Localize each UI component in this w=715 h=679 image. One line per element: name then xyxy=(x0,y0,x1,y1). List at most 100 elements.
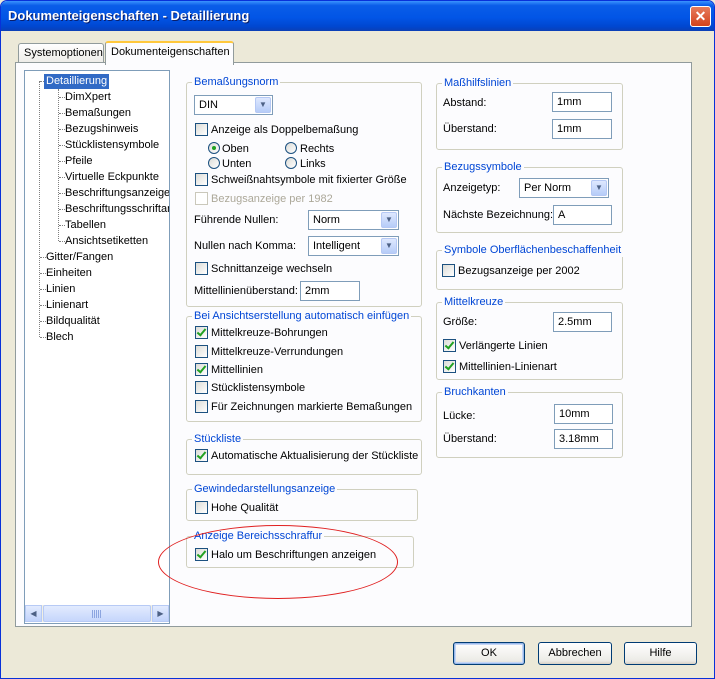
tree-item-dimxpert[interactable]: DimXpert xyxy=(63,90,113,105)
chevron-down-icon[interactable]: ▼ xyxy=(591,180,607,196)
dialog-window: Dokumenteigenschaften - Detaillierung ✕ … xyxy=(0,0,715,679)
radio-oben-label: Oben xyxy=(222,143,249,155)
schnittanzeige-label: Schnittanzeige wechseln xyxy=(211,263,333,275)
tree-item-gitter-fangen[interactable]: Gitter/Fangen xyxy=(44,250,115,265)
abstand-input[interactable]: 1mm xyxy=(552,92,612,112)
scroll-left-icon[interactable]: ◀ xyxy=(25,605,42,622)
bruch-ueberstand-label: Überstand: xyxy=(443,433,497,445)
tree-item-linienart[interactable]: Linienart xyxy=(44,298,90,313)
tree-item-beschriftungsschriftarten[interactable]: Beschriftungsschriftarten xyxy=(63,202,169,217)
mittelkreuze-verrundungen-label: Mittelkreuze-Verrundungen xyxy=(211,346,344,358)
abstand-label: Abstand: xyxy=(443,97,487,109)
radio-links-label: Links xyxy=(300,158,326,170)
tree-item-linien[interactable]: Linien xyxy=(44,282,77,297)
doppelbemassung-checkbox[interactable] xyxy=(195,123,208,136)
tree-item-einheiten[interactable]: Einheiten xyxy=(44,266,94,281)
chevron-down-icon[interactable]: ▼ xyxy=(255,97,271,113)
group-legend: Bemaßungsnorm xyxy=(192,76,281,89)
hohe-qualitaet-checkbox[interactable] xyxy=(195,501,208,514)
radio-rechts[interactable] xyxy=(285,142,297,154)
stueckliste-aktualisierung-label: Automatische Aktualisierung der Stücklis… xyxy=(211,450,419,462)
help-button[interactable]: Hilfe xyxy=(624,642,697,665)
tree-item-virtuelle-eckpunkte[interactable]: Virtuelle Eckpunkte xyxy=(63,170,161,185)
category-tree[interactable]: Detaillierung DimXpert Bemaßungen Bezugs… xyxy=(24,70,170,624)
group-legend: Mittelkreuze xyxy=(442,296,506,309)
window-title: Dokumenteigenschaften - Detaillierung xyxy=(8,8,250,23)
ueberstand-input[interactable]: 1mm xyxy=(552,119,612,139)
tree-item-bildqualitaet[interactable]: Bildqualität xyxy=(44,314,102,329)
tree-horizontal-scrollbar[interactable]: ◀ ▶ xyxy=(25,605,169,622)
tab-systemoptionen[interactable]: Systemoptionen xyxy=(18,43,104,64)
select-value: Per Norm xyxy=(524,182,572,194)
radio-unten-label: Unten xyxy=(222,158,252,170)
mittelkreuze-bohrungen-label: Mittelkreuze-Bohrungen xyxy=(211,327,328,339)
radio-links[interactable] xyxy=(285,157,297,169)
tree-item-stuecklistensymbole[interactable]: Stücklistensymbole xyxy=(63,138,161,153)
bezug1982-label: Bezugsanzeige per 1982 xyxy=(211,193,333,205)
bruch-ueberstand-input[interactable]: 3.18mm xyxy=(554,429,613,449)
tree-item-blech[interactable]: Blech xyxy=(44,330,76,345)
luecke-input[interactable]: 10mm xyxy=(554,404,613,424)
hohe-qualitaet-label: Hohe Qualität xyxy=(211,502,279,514)
close-icon[interactable]: ✕ xyxy=(690,6,711,27)
nullen-komma-select[interactable]: Intelligent ▼ xyxy=(308,236,399,256)
mittelkreuze-verrundungen-checkbox[interactable] xyxy=(195,345,208,358)
schweiss-label: Schweißnahtsymbole mit fixierter Größe xyxy=(211,174,407,186)
bezug1982-checkbox xyxy=(195,192,208,205)
tree-line xyxy=(58,89,59,241)
bezugsanzeige-2002-label: Bezugsanzeige per 2002 xyxy=(458,265,580,277)
group-legend: Gewindedarstellungsanzeige xyxy=(192,483,338,496)
grip-icon xyxy=(92,610,102,618)
radio-unten[interactable] xyxy=(208,157,220,169)
groesse-input[interactable]: 2.5mm xyxy=(553,312,612,332)
mittelkreuze-bohrungen-checkbox[interactable] xyxy=(195,326,208,339)
stuecklistensymbole-label: Stücklistensymbole xyxy=(211,382,306,394)
fuehrende-nullen-label: Führende Nullen: xyxy=(194,214,279,226)
chevron-down-icon[interactable]: ▼ xyxy=(381,238,397,254)
tree-item-beschriftungsanzeige[interactable]: Beschriftungsanzeige xyxy=(63,186,169,201)
anzeigetyp-select[interactable]: Per Norm ▼ xyxy=(519,178,609,198)
halo-checkbox[interactable] xyxy=(195,548,208,561)
stueckliste-aktualisierung-checkbox[interactable] xyxy=(195,449,208,462)
naechste-bezeichnung-label: Nächste Bezeichnung: xyxy=(443,209,554,221)
naechste-bezeichnung-input[interactable]: A xyxy=(553,205,612,225)
mittellinien-linienart-checkbox[interactable] xyxy=(443,360,456,373)
scroll-thumb[interactable] xyxy=(43,605,151,622)
radio-oben[interactable] xyxy=(208,142,220,154)
ok-button[interactable]: OK xyxy=(453,642,525,665)
schweiss-checkbox[interactable] xyxy=(195,173,208,186)
stuecklistensymbole-checkbox[interactable] xyxy=(195,381,208,394)
chevron-down-icon[interactable]: ▼ xyxy=(381,212,397,228)
nullen-komma-label: Nullen nach Komma: xyxy=(194,240,297,252)
group-legend: Anzeige Bereichsschraffur xyxy=(192,530,325,543)
tab-label: Dokumenteigenschaften xyxy=(111,46,230,58)
mittellinie-label: Mittellinienüberstand: xyxy=(194,285,298,297)
tree-line xyxy=(39,81,40,337)
mittellinien-label: Mittellinien xyxy=(211,364,263,376)
tree-item-pfeile[interactable]: Pfeile xyxy=(63,154,95,169)
standard-select[interactable]: DIN ▼ xyxy=(194,95,273,115)
title-bar[interactable]: Dokumenteigenschaften - Detaillierung ✕ xyxy=(1,1,714,31)
cancel-button[interactable]: Abbrechen xyxy=(538,642,612,665)
markierte-bemassungen-checkbox[interactable] xyxy=(195,400,208,413)
mittellinien-checkbox[interactable] xyxy=(195,363,208,376)
tree-item-ansichtsetiketten[interactable]: Ansichtsetiketten xyxy=(63,234,150,249)
luecke-label: Lücke: xyxy=(443,410,476,422)
schnittanzeige-checkbox[interactable] xyxy=(195,262,208,275)
tree-item-tabellen[interactable]: Tabellen xyxy=(63,218,108,233)
scroll-right-icon[interactable]: ▶ xyxy=(152,605,169,622)
verlaengerte-linien-checkbox[interactable] xyxy=(443,339,456,352)
tree-item-bemassungen[interactable]: Bemaßungen xyxy=(63,106,133,121)
select-value: Norm xyxy=(313,214,340,226)
fuehrende-nullen-select[interactable]: Norm ▼ xyxy=(308,210,399,230)
tree-item-detaillierung[interactable]: Detaillierung xyxy=(44,74,110,89)
tree-item-bezugshinweis[interactable]: Bezugshinweis xyxy=(63,122,140,137)
tab-dokumenteigenschaften[interactable]: Dokumenteigenschaften xyxy=(105,41,234,65)
group-legend: Bruchkanten xyxy=(442,386,508,399)
select-value: Intelligent xyxy=(313,240,361,252)
mittellinie-input[interactable]: 2mm xyxy=(300,281,360,301)
group-legend: Bei Ansichtserstellung automatisch einfü… xyxy=(192,310,412,323)
group-legend: Bezugssymbole xyxy=(442,161,524,174)
doppelbemassung-label: Anzeige als Doppelbemaßung xyxy=(211,124,359,136)
bezugsanzeige-2002-checkbox[interactable] xyxy=(442,264,455,277)
